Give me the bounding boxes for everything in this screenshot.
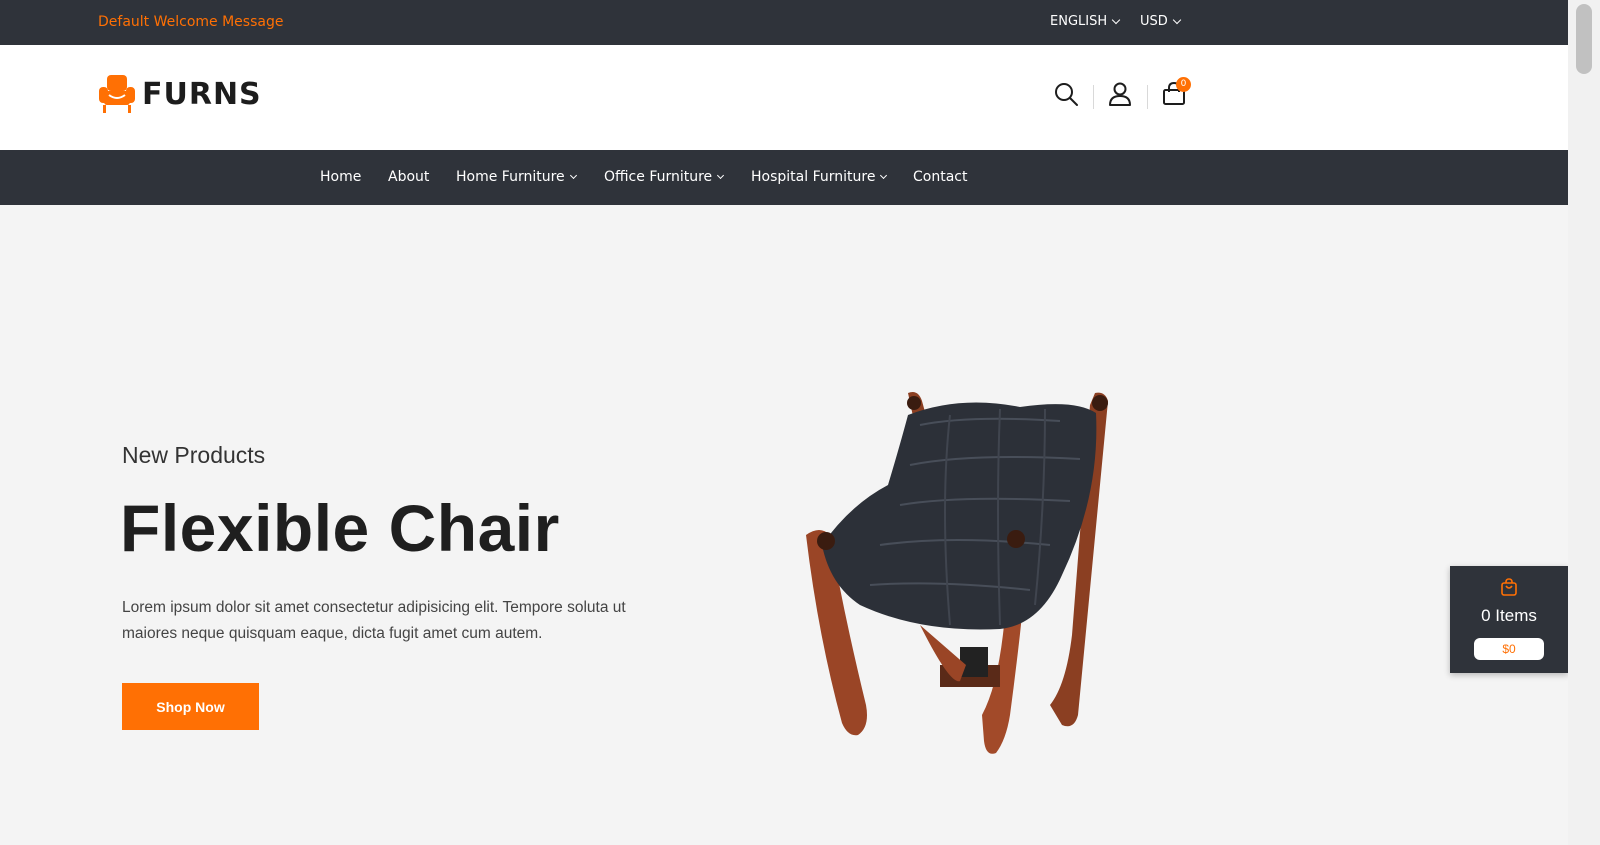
scrollbar[interactable] — [1568, 0, 1600, 845]
hero-title: Flexible Chair — [120, 491, 560, 565]
currency-selector[interactable]: USD — [1140, 14, 1182, 29]
armchair-logo-icon — [99, 75, 135, 113]
search-icon[interactable] — [1053, 81, 1079, 107]
chevron-down-icon — [717, 171, 725, 179]
nav-item-home-furniture[interactable]: Home Furniture — [456, 169, 577, 185]
divider — [1093, 85, 1094, 109]
nav-item-home[interactable]: Home — [320, 169, 361, 185]
logo[interactable]: FURNS — [98, 73, 262, 115]
floating-cart[interactable]: 0 Items $0 — [1450, 566, 1568, 673]
chevron-down-icon — [1111, 15, 1121, 24]
hero-slider: New Products Flexible Chair Lorem ipsum … — [0, 205, 1568, 845]
divider — [1147, 85, 1148, 109]
currency-label: USD — [1140, 14, 1168, 29]
nav-item-label: Contact — [913, 169, 968, 185]
nav-item-label: Home — [320, 169, 362, 185]
scrollbar-thumb[interactable] — [1576, 4, 1592, 74]
nav-item-contact[interactable]: Contact — [913, 169, 967, 185]
user-icon[interactable] — [1107, 81, 1133, 107]
nav-item-about[interactable]: About — [388, 169, 429, 185]
top-bar: Default Welcome Message ENGLISH USD — [0, 0, 1568, 45]
shopping-bag-icon — [1501, 578, 1517, 596]
nav-item-label: About — [388, 169, 430, 185]
cart-total-price: $0 — [1474, 638, 1544, 660]
main-nav: Home About Home Furniture Office Furnitu… — [0, 150, 1568, 205]
nav-item-office-furniture[interactable]: Office Furniture — [604, 169, 725, 185]
chevron-down-icon — [1172, 15, 1182, 24]
nav-item-label: Hospital Furniture — [751, 169, 876, 185]
nav-item-label: Home Furniture — [456, 169, 565, 185]
nav-item-label: Office Furniture — [604, 169, 713, 185]
cart-items-count: 0 Items — [1481, 606, 1537, 625]
chair-product-image — [806, 392, 1108, 754]
hero-description: Lorem ipsum dolor sit amet consectetur a… — [122, 599, 626, 642]
shop-now-button[interactable]: Shop Now — [122, 683, 259, 730]
logo-text: FURNS — [142, 76, 262, 112]
language-label: ENGLISH — [1050, 14, 1108, 29]
language-selector[interactable]: ENGLISH — [1050, 14, 1121, 29]
hero-subtitle: New Products — [122, 442, 266, 468]
site-header: FURNS 0 — [0, 45, 1568, 150]
chevron-down-icon — [880, 171, 888, 179]
cart-count-badge: 0 — [1176, 77, 1191, 92]
chevron-down-icon — [569, 171, 577, 179]
welcome-message: Default Welcome Message — [98, 14, 284, 30]
nav-item-hospital-furniture[interactable]: Hospital Furniture — [751, 169, 888, 185]
